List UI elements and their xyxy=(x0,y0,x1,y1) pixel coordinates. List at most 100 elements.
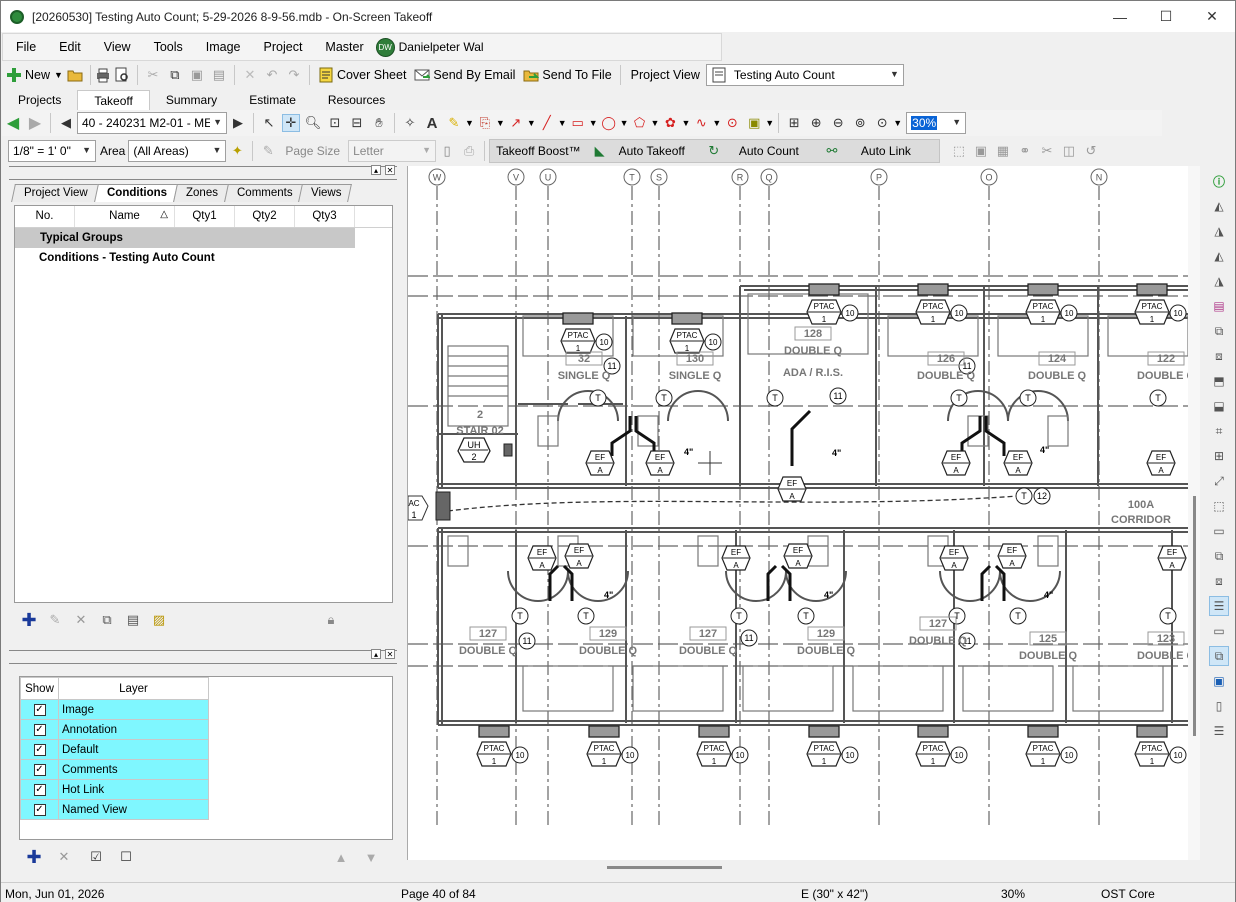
redo-icon[interactable]: ↷ xyxy=(285,66,303,84)
chevron-down-icon[interactable]: ▼ xyxy=(681,118,690,128)
page-size-select[interactable]: Letter ▼ xyxy=(348,140,437,162)
print-preview-icon[interactable] xyxy=(114,67,130,83)
menu-image[interactable]: Image xyxy=(193,40,251,54)
comment-icon[interactable]: ▭ xyxy=(1209,621,1229,641)
ef-tag[interactable]: EF A xyxy=(1157,545,1187,571)
stack-icon[interactable]: ⧉ xyxy=(1209,546,1229,566)
table-row[interactable]: Typical Groups xyxy=(15,228,355,248)
layer-show-checkbox[interactable]: ✓ xyxy=(33,724,46,736)
cover-sheet-button[interactable]: Cover Sheet xyxy=(314,64,410,86)
zoom-fit-icon[interactable]: ⊚ xyxy=(851,114,869,132)
overlay-icon[interactable]: ⧉ xyxy=(1209,321,1229,341)
chevron-down-icon[interactable]: ▼ xyxy=(620,118,629,128)
ef-tag[interactable]: EF A xyxy=(997,543,1027,569)
blank-page-icon[interactable]: ▯ xyxy=(438,142,456,160)
auto-takeoff-button[interactable]: Auto Takeoff xyxy=(619,144,685,158)
chevron-down-icon[interactable]: ▼ xyxy=(54,70,63,80)
move-down-icon[interactable]: ▼ xyxy=(362,848,380,866)
ef-tag[interactable]: EF A xyxy=(527,545,557,571)
layer-row[interactable]: ✓ Hot Link xyxy=(20,779,209,800)
area-wand-icon[interactable]: ✦ xyxy=(228,142,246,160)
thermostat-tag[interactable]: T xyxy=(766,389,784,407)
layer-show-checkbox[interactable]: ✓ xyxy=(33,804,46,816)
menu-file[interactable]: File xyxy=(3,40,46,54)
fit-icon[interactable]: ⬚ xyxy=(1209,496,1229,516)
thermostat-tag[interactable]: T xyxy=(1149,389,1167,407)
tab-summary[interactable]: Summary xyxy=(150,90,233,110)
edit-condition-icon[interactable]: ✎ xyxy=(44,609,66,631)
list-view-icon[interactable]: ☰ xyxy=(1209,596,1229,616)
menu-tools[interactable]: Tools xyxy=(141,40,193,54)
layers-icon[interactable]: ⧉ xyxy=(1209,646,1229,666)
ptac-tag[interactable]: PTAC 1 10 xyxy=(915,725,968,767)
ef-tag[interactable]: EF A xyxy=(941,450,971,476)
chevron-down-icon[interactable]: ▼ xyxy=(496,118,505,128)
ef-tag[interactable]: EF A xyxy=(1003,450,1033,476)
zoom-page-icon[interactable]: ⊞ xyxy=(785,114,803,132)
tab-project-view[interactable]: Project View xyxy=(11,184,99,202)
tab-resources[interactable]: Resources xyxy=(312,90,401,110)
layer-row[interactable]: ✓ Comments xyxy=(20,759,209,780)
tag-12[interactable]: T 12 xyxy=(1015,487,1051,505)
tiff-icon[interactable]: ▤ xyxy=(1209,296,1229,316)
delete-icon[interactable]: ✕ xyxy=(241,66,259,84)
align-left-icon[interactable]: ◭ xyxy=(1209,246,1229,266)
chevron-down-icon[interactable]: ▼ xyxy=(765,118,774,128)
frame-icon[interactable]: ▣ xyxy=(972,142,990,160)
thermostat-tag[interactable]: T xyxy=(950,389,968,407)
ef-tag[interactable]: EF A xyxy=(1146,450,1176,476)
ptac-tag[interactable]: PTAC 1 10 xyxy=(586,725,639,767)
minimize-button[interactable]: — xyxy=(1097,1,1143,32)
tab-takeoff[interactable]: Takeoff xyxy=(77,90,150,110)
layer-row[interactable]: ✓ Image xyxy=(20,699,209,720)
area-select[interactable]: (All Areas) ▼ xyxy=(128,140,227,162)
cloud-tool-icon[interactable]: ✿ xyxy=(661,114,679,132)
ptac-tag[interactable]: PTAC 1 10 xyxy=(476,725,529,767)
thermostat-tag[interactable]: T xyxy=(589,389,607,407)
link-icon[interactable]: ⚭ xyxy=(1016,142,1034,160)
check-all-icon[interactable]: ☑ xyxy=(87,848,105,866)
thermostat-tag[interactable]: T xyxy=(1159,607,1177,625)
fullscreen-icon[interactable]: ⤢ xyxy=(1209,471,1229,491)
tab-views[interactable]: Views xyxy=(298,184,353,202)
zoom-icon[interactable]: 🔍︎ xyxy=(304,114,322,132)
floor-plan[interactable]: WVUTSRQPON PTAC110PTAC110PTAC110PTAC110P… xyxy=(408,166,1188,860)
pan-hand-icon[interactable]: ✋︎ xyxy=(370,114,388,132)
layer-copy-icon[interactable]: ⬒ xyxy=(1209,371,1229,391)
close-button[interactable]: ✕ xyxy=(1189,1,1235,32)
user-account[interactable]: DW Danielpeter Wal xyxy=(375,37,484,57)
tab-comments[interactable]: Comments xyxy=(223,184,304,202)
ef-tag[interactable]: EF A xyxy=(564,543,594,569)
delete-layer-icon[interactable]: ✕ xyxy=(55,848,73,866)
add-layer-button[interactable]: ✚ xyxy=(25,847,43,867)
thermostat-tag[interactable]: T xyxy=(1009,607,1027,625)
col-no[interactable]: No. xyxy=(15,206,75,227)
pin-icon[interactable]: ▴ xyxy=(371,165,381,175)
chevron-down-icon[interactable]: ▼ xyxy=(651,118,660,128)
split-horizontal-icon[interactable]: ▭ xyxy=(1209,521,1229,541)
next-page-icon[interactable]: ▶ xyxy=(229,114,247,132)
uh-tag[interactable]: UH 2 xyxy=(457,437,513,463)
zoom-window-icon[interactable]: ⊡ xyxy=(326,114,344,132)
forward-icon[interactable]: ▶ xyxy=(26,114,44,132)
back-icon[interactable]: ◀ xyxy=(4,114,22,132)
chevron-down-icon[interactable]: ▼ xyxy=(465,118,474,128)
project-view-select[interactable]: Testing Auto Count ▼ xyxy=(705,64,904,86)
chevron-down-icon[interactable]: ▼ xyxy=(589,118,598,128)
paste-icon[interactable]: ▣ xyxy=(188,66,206,84)
new-folder-icon[interactable]: ▨ xyxy=(148,609,170,631)
delete-condition-icon[interactable]: ✕ xyxy=(70,609,92,631)
undo-icon[interactable]: ↶ xyxy=(263,66,281,84)
ef-tag[interactable]: EF A xyxy=(777,476,807,502)
split-icon[interactable]: ◫ xyxy=(1060,142,1078,160)
crop-icon[interactable]: ⌗ xyxy=(1209,421,1229,441)
tab-projects[interactable]: Projects xyxy=(2,90,77,110)
ef-tag[interactable]: EF A xyxy=(783,543,813,569)
ptac-tag[interactable]: PTAC 1 10 xyxy=(1134,725,1187,767)
expand-icon[interactable]: ⊞ xyxy=(1209,446,1229,466)
table-icon[interactable]: ▦ xyxy=(994,142,1012,160)
auto-count-button[interactable]: Auto Count xyxy=(739,144,799,158)
layer-paste-icon[interactable]: ⬓ xyxy=(1209,396,1229,416)
layer-row[interactable]: ✓ Named View xyxy=(20,799,209,820)
col-name[interactable]: Name △ xyxy=(75,206,175,227)
